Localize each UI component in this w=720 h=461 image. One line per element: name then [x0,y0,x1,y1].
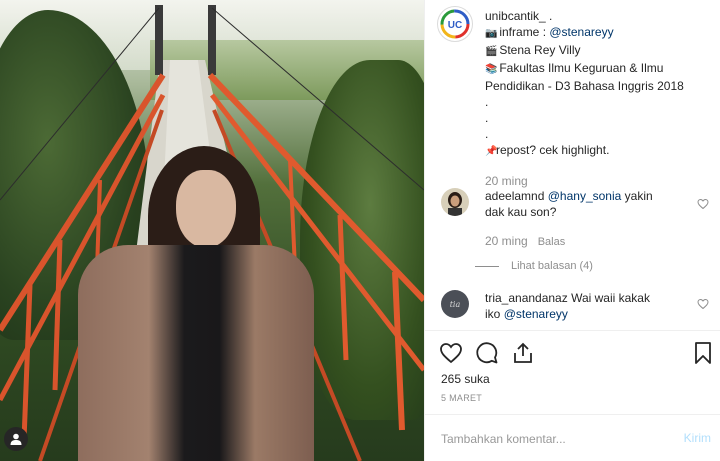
comment-like-icon[interactable] [697,198,709,210]
clapper-icon: 🎬 [485,46,498,57]
replies-divider [475,265,499,267]
caption-line-dot-1: . [485,95,489,109]
reply-button[interactable]: Balas [538,236,566,248]
commenter-avatar[interactable]: tia [441,290,469,318]
book-icon: 📚 [485,64,498,75]
caption-line-dot-2: . [485,111,489,125]
comment-like-icon[interactable] [697,298,709,310]
caption-text: unibcantik_ . 📷 inframe : @stenareyy 🎬 S… [485,8,713,189]
share-icon[interactable] [511,341,535,365]
caption-time[interactable]: 20 ming [485,173,713,189]
comment-text-line2: dak kau son? [485,205,557,219]
comment-input[interactable] [441,430,661,448]
svg-text:UC: UC [448,20,462,31]
view-replies-label: Lihat balasan (4) [511,260,593,272]
comment-text: yakin [621,189,653,203]
post-actions: 265 suka 5 MARET [425,330,720,414]
camera-icon: 📷 [485,28,498,39]
caption-line-name: Stena Rey Villy [499,43,581,57]
comment-text: Wai waii kakak [567,291,650,305]
comment-username[interactable]: tria_anandanaz [485,291,568,305]
svg-text:tia: tia [450,300,461,309]
comment-icon[interactable] [475,341,499,365]
person-face [176,170,236,248]
person-jacket [78,245,314,461]
author-username[interactable]: unibcantik_ [485,9,546,23]
comment-mention[interactable]: @hany_sonia [548,189,622,203]
caption-suffix: . [545,9,553,23]
author-avatar[interactable]: UC [437,6,473,42]
comment-time[interactable]: 20 ming [485,234,528,248]
post-comment-button[interactable]: Kirim [684,431,711,445]
comment-text-line2: iko [485,307,504,321]
comment-body: tria_anandanaz Wai waii kakak iko @stena… [485,290,685,322]
post-photo[interactable] [0,0,424,461]
caption-line-program: Pendidikan - D3 Bahasa Inggris 2018 [485,79,684,93]
commenter-avatar[interactable] [441,188,469,216]
comments-panel: UC unibcantik_ . 📷 inframe : @stenareyy … [424,0,720,461]
caption-mention[interactable]: @stenareyy [549,25,613,39]
caption-line-faculty: Fakultas Ilmu Keguruan & Ilmu [499,61,664,75]
commenter-photo: tia [441,290,469,318]
pushpin-icon: 📌 [485,146,498,157]
caption-line-dot-3: . [485,127,489,141]
commenter-photo [441,188,469,216]
heart-icon[interactable] [439,341,463,365]
user-tag-icon [10,433,22,445]
comment-body: adeelamnd @hany_sonia yakin dak kau son?… [475,188,685,274]
add-comment-form: Kirim [425,414,720,461]
user-tag-button[interactable] [4,427,28,451]
bookmark-icon[interactable] [691,341,715,365]
comment-mention[interactable]: @stenareyy [504,307,568,321]
comment-username[interactable]: adeelamnd [485,189,544,203]
like-count[interactable]: 265 suka [441,372,490,386]
view-replies-button[interactable]: Lihat balasan (4) [475,258,685,274]
caption-line-repost: repost? cek highlight. [496,143,610,157]
caption-line-inframe: inframe : [499,25,550,39]
comments-scroll[interactable]: UC unibcantik_ . 📷 inframe : @stenareyy … [425,0,720,330]
post-date: 5 MARET [441,393,483,403]
uc-logo-icon: UC [440,9,470,39]
